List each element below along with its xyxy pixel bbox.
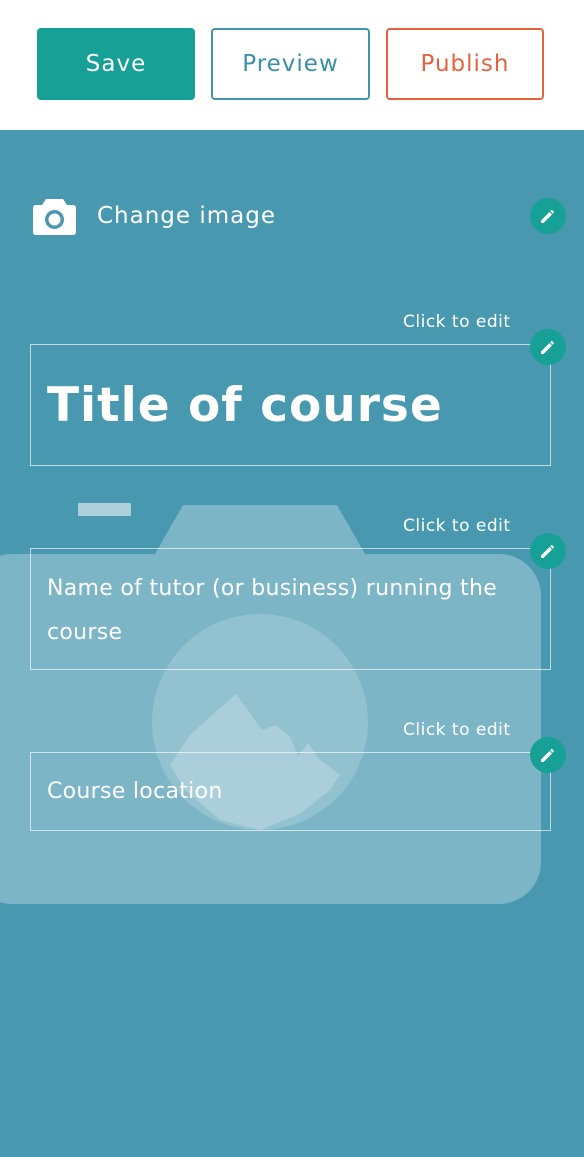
preview-button[interactable]: Preview (211, 28, 370, 100)
tutor-name-field[interactable]: Name of tutor (or business) running the … (30, 548, 551, 670)
save-button[interactable]: Save (37, 28, 195, 100)
edit-tutor-pencil-icon[interactable] (530, 533, 566, 569)
course-hero-banner: Change image Click to edit Title of cour… (0, 130, 584, 1157)
tutor-click-to-edit-hint: Click to edit (403, 516, 511, 536)
change-image-button[interactable]: Change image (32, 194, 276, 238)
edit-title-pencil-icon[interactable] (530, 329, 566, 365)
editor-toolbar: Save Preview Publish (0, 0, 584, 130)
title-click-to-edit-hint: Click to edit (403, 312, 511, 332)
camera-icon (32, 196, 77, 236)
edit-location-pencil-icon[interactable] (530, 737, 566, 773)
edit-image-pencil-icon[interactable] (530, 198, 566, 234)
publish-button[interactable]: Publish (386, 28, 544, 100)
course-title-field[interactable]: Title of course (30, 344, 551, 466)
course-editor-page: Save Preview Publish Change image Click … (0, 0, 584, 1157)
course-location-field[interactable]: Course location (30, 752, 551, 831)
location-click-to-edit-hint: Click to edit (403, 720, 511, 740)
change-image-label: Change image (97, 203, 277, 229)
